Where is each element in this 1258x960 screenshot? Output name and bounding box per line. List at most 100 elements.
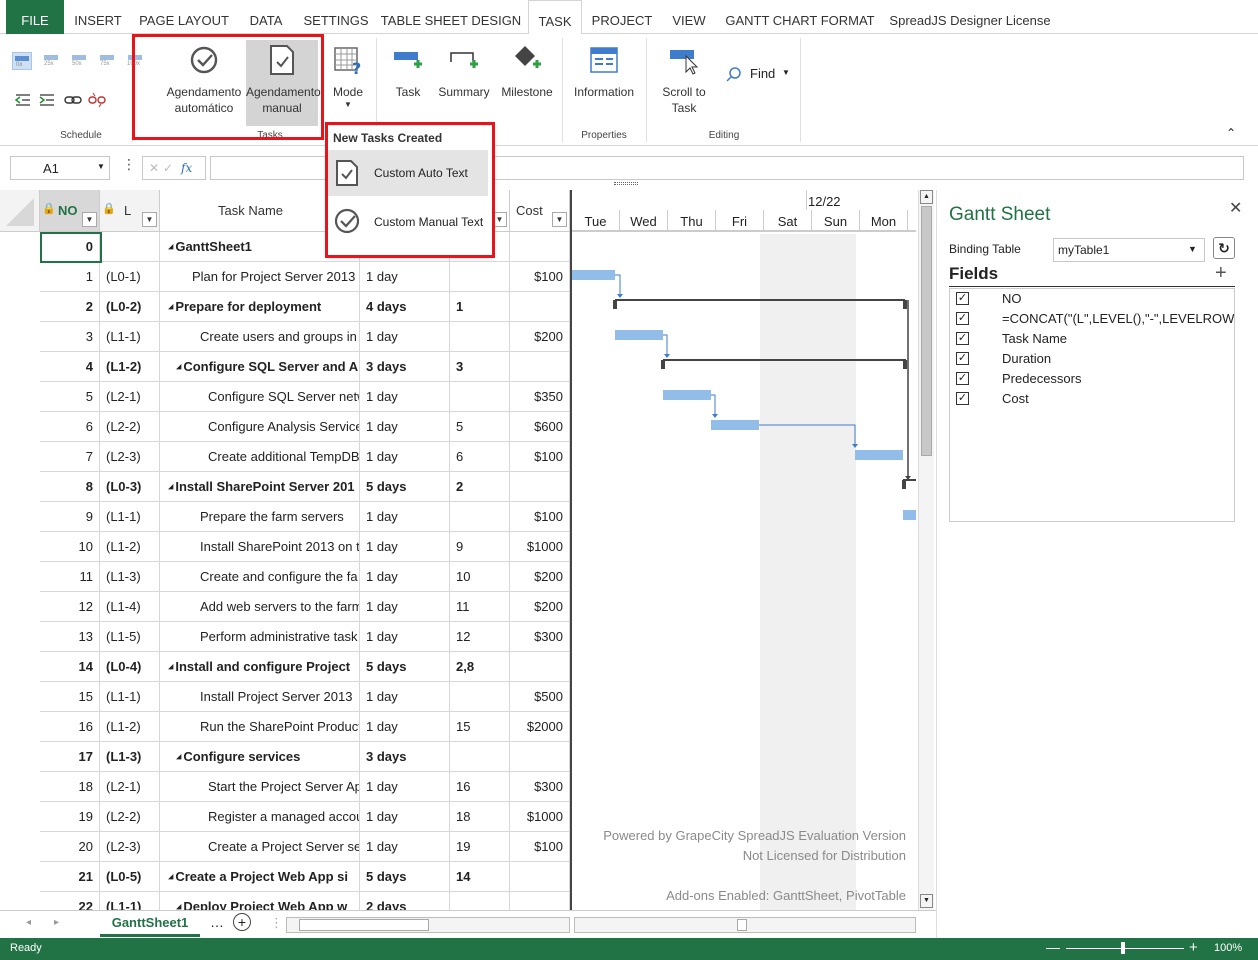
cell-lvl[interactable] <box>100 232 160 262</box>
cell-lvl[interactable]: (L0-3) <box>100 472 160 502</box>
checkbox-checked-icon[interactable]: ✓ <box>956 312 969 325</box>
refresh-icon[interactable]: ↻ <box>1213 237 1235 259</box>
cell-pred[interactable] <box>450 742 510 772</box>
cell-dur[interactable]: 1 day <box>360 592 450 622</box>
cell-dur[interactable]: 1 day <box>360 382 450 412</box>
cell-dur[interactable]: 1 day <box>360 262 450 292</box>
cell-name[interactable]: Plan for Project Server 2013 <box>160 262 360 292</box>
cell-name[interactable]: ◢ Create a Project Web App si <box>160 862 360 892</box>
add-field-icon[interactable]: + <box>1215 262 1227 285</box>
field-item[interactable]: ✓ Task Name <box>956 329 1234 349</box>
tab-task[interactable]: TASK <box>528 0 582 35</box>
cell-dur[interactable]: 1 day <box>360 712 450 742</box>
cell-pred[interactable]: 14 <box>450 862 510 892</box>
scroll-down-icon[interactable]: ▼ <box>920 894 933 908</box>
cell-name[interactable]: ◢ Deploy Project Web App w <box>160 892 360 910</box>
cell-pred[interactable]: 5 <box>450 412 510 442</box>
cell-cost[interactable]: $100 <box>510 442 570 472</box>
cell-no[interactable]: 12 <box>40 592 100 622</box>
cell-cost[interactable]: $2000 <box>510 712 570 742</box>
tab-page-layout[interactable]: PAGE LAYOUT <box>134 0 234 34</box>
tab-insert[interactable]: INSERT <box>68 0 128 34</box>
filter-dropdown-icon[interactable]: ▼ <box>552 212 567 227</box>
cell-pred[interactable] <box>450 682 510 712</box>
cell-dur[interactable]: 5 days <box>360 652 450 682</box>
cell-pred[interactable]: 15 <box>450 712 510 742</box>
cell-name[interactable]: Add web servers to the farm <box>160 592 360 622</box>
information-button[interactable]: Information <box>568 42 640 120</box>
cell-dur[interactable]: 1 day <box>360 412 450 442</box>
field-item[interactable]: ✓ Duration <box>956 349 1234 369</box>
cell-lvl[interactable]: (L1-2) <box>100 712 160 742</box>
tab-gantt-chart-format[interactable]: GANTT CHART FORMAT <box>722 0 878 34</box>
cell-lvl[interactable]: (L1-2) <box>100 352 160 382</box>
checkbox-checked-icon[interactable]: ✓ <box>956 392 969 405</box>
cell-cost[interactable]: $200 <box>510 322 570 352</box>
cell-cost[interactable]: $350 <box>510 382 570 412</box>
cell-no[interactable]: 15 <box>40 682 100 712</box>
field-item[interactable]: ✓ =CONCAT("(L",LEVEL(),"-",LEVELROWNU <box>956 309 1234 329</box>
cell-pred[interactable]: 16 <box>450 772 510 802</box>
cell-no[interactable]: 6 <box>40 412 100 442</box>
cell-no[interactable]: 19 <box>40 802 100 832</box>
cell-dur[interactable]: 1 day <box>360 682 450 712</box>
cell-name[interactable]: Install Project Server 2013 <box>160 682 360 712</box>
mode-button[interactable]: ? Mode ▼ <box>328 42 368 120</box>
cell-pred[interactable]: 18 <box>450 802 510 832</box>
filter-dropdown-icon[interactable]: ▼ <box>142 212 157 227</box>
cell-no[interactable]: 11 <box>40 562 100 592</box>
cell-cost[interactable]: $1000 <box>510 802 570 832</box>
cell-cost[interactable] <box>510 232 570 262</box>
cell-lvl[interactable]: (L0-4) <box>100 652 160 682</box>
cell-no[interactable]: 8 <box>40 472 100 502</box>
cell-no[interactable]: 13 <box>40 622 100 652</box>
find-button[interactable]: Find ▼ <box>724 64 794 84</box>
zoom-50x-button[interactable]: 50x <box>70 52 90 70</box>
cell-pred[interactable] <box>450 892 510 910</box>
cell-cost[interactable]: $200 <box>510 562 570 592</box>
cell-pred[interactable] <box>450 262 510 292</box>
cell-cost[interactable] <box>510 292 570 322</box>
cell-cost[interactable]: $200 <box>510 592 570 622</box>
cell-no[interactable]: 20 <box>40 832 100 862</box>
filter-dropdown-icon[interactable]: ▼ <box>82 212 97 227</box>
fx-icon[interactable]: fx <box>181 157 192 179</box>
confirm-icon[interactable]: ✓ <box>163 157 173 179</box>
cell-lvl[interactable]: (L2-3) <box>100 832 160 862</box>
cell-no[interactable]: 16 <box>40 712 100 742</box>
zoom-out-icon[interactable]: — <box>1046 939 1060 955</box>
cell-name[interactable]: Configure Analysis Service <box>160 412 360 442</box>
cell-dur[interactable]: 5 days <box>360 862 450 892</box>
splitter-handle[interactable] <box>614 182 638 185</box>
tab-file[interactable]: FILE <box>6 0 64 34</box>
task-bar[interactable] <box>711 420 759 430</box>
tab-designer-license[interactable]: SpreadJS Designer License <box>884 0 1056 34</box>
cell-name[interactable]: Create and configure the fa <box>160 562 360 592</box>
more-icon[interactable]: ⋮ <box>122 156 136 173</box>
cell-name[interactable]: ◢ Install and configure Project <box>160 652 360 682</box>
cell-dur[interactable]: 1 day <box>360 622 450 652</box>
cell-pred[interactable] <box>450 502 510 532</box>
cell-name[interactable]: Start the Project Server Ap <box>160 772 360 802</box>
cell-name[interactable]: ◢ Configure SQL Server and A <box>160 352 360 382</box>
cell-pred[interactable]: 12 <box>450 622 510 652</box>
scroll-thumb[interactable] <box>299 919 429 931</box>
cell-lvl[interactable]: (L1-2) <box>100 532 160 562</box>
cancel-icon[interactable]: ✕ <box>149 157 159 179</box>
cell-no[interactable]: 5 <box>40 382 100 412</box>
cell-cost[interactable]: $300 <box>510 772 570 802</box>
cell-cost[interactable] <box>510 742 570 772</box>
cell-lvl[interactable]: (L1-1) <box>100 682 160 712</box>
cell-lvl[interactable]: (L1-1) <box>100 892 160 910</box>
binding-table-select[interactable]: myTable1 ▼ <box>1053 238 1205 262</box>
zoom-0x-button[interactable]: 0x <box>12 52 32 70</box>
checkbox-checked-icon[interactable]: ✓ <box>956 292 969 305</box>
cell-lvl[interactable]: (L2-2) <box>100 802 160 832</box>
prev-sheet-icon[interactable]: ◂ <box>26 917 31 928</box>
horizontal-scrollbar-gantt[interactable] <box>574 917 916 933</box>
sheet-tab-ganttsheet1[interactable]: GanttSheet1 <box>100 911 200 937</box>
cell-lvl[interactable]: (L1-1) <box>100 322 160 352</box>
add-milestone-button[interactable]: Milestone <box>498 42 556 120</box>
add-summary-button[interactable]: Summary <box>436 42 492 120</box>
cell-dur[interactable]: 3 days <box>360 742 450 772</box>
